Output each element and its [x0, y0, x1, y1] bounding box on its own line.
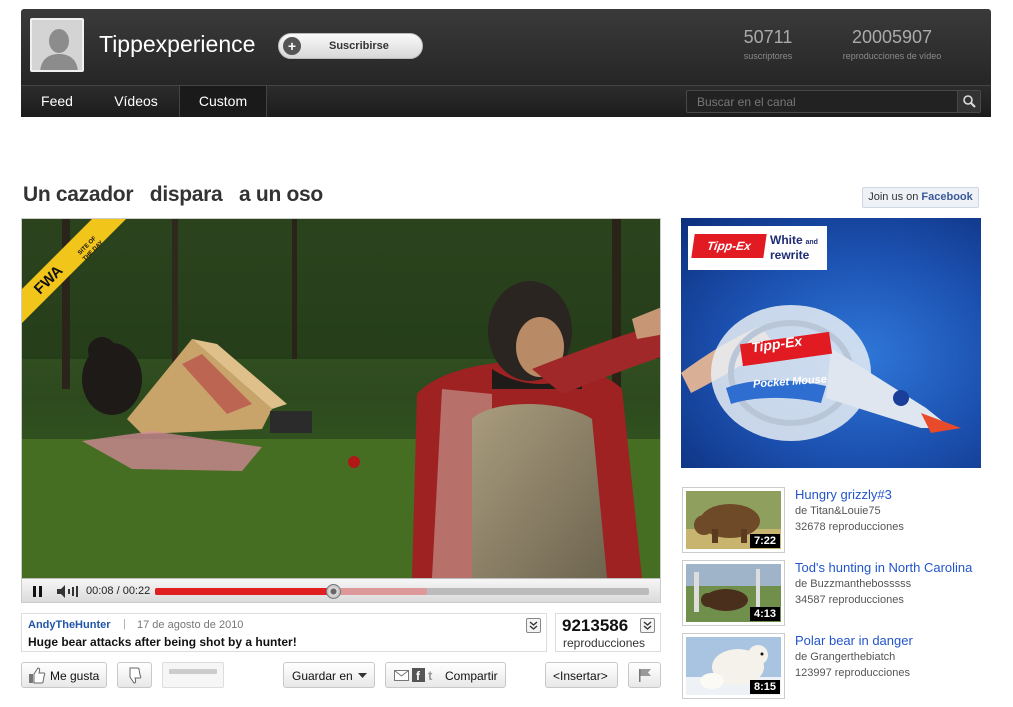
facebook-brand: Facebook	[921, 191, 973, 203]
tippex-ad[interactable]: Tipp-Ex White and rewrite Tipp-Ex Pocket…	[681, 218, 981, 468]
thumbs-down-icon	[129, 667, 142, 684]
email-icon	[394, 670, 409, 681]
video-still: FWA SITE OF THE DAY	[22, 219, 660, 578]
save-to-button[interactable]: Guardar en	[283, 662, 375, 688]
pause-button[interactable]	[26, 582, 50, 601]
tab-videos[interactable]: Vídeos	[97, 86, 175, 117]
flag-icon	[639, 669, 651, 682]
related-duration: 8:15	[749, 680, 780, 694]
user-silhouette-icon	[32, 20, 82, 70]
video-title: Un cazador dispara a un oso	[23, 183, 323, 206]
related-title[interactable]: Tod's hunting in North Carolina	[795, 560, 972, 575]
embed-label: <Insertar>	[553, 669, 608, 683]
video-frame[interactable]: FWA SITE OF THE DAY	[22, 219, 660, 578]
search-icon	[963, 95, 976, 108]
chevron-down-icon	[529, 621, 538, 630]
uploader-link[interactable]: AndyTheHunter	[28, 619, 111, 631]
svg-text:t: t	[428, 668, 433, 682]
scrubber-handle[interactable]	[325, 584, 341, 599]
chevron-down-icon	[643, 621, 652, 630]
expand-stats-button[interactable]	[640, 618, 655, 633]
ad-tagline: White and rewrite	[770, 234, 818, 263]
related-views: 32678 reproducciones	[795, 521, 904, 533]
video-player[interactable]: FWA SITE OF THE DAY 00:08 / 00:22	[21, 218, 661, 603]
channel-title: Tippexperience	[99, 31, 256, 57]
related-title[interactable]: Polar bear in danger	[795, 633, 913, 648]
channel-search	[686, 90, 981, 113]
like-label: Me gusta	[50, 669, 100, 683]
related-views: 34587 reproducciones	[795, 594, 904, 606]
dropdown-arrow-icon	[358, 673, 367, 678]
expand-description-button[interactable]	[526, 618, 541, 633]
channel-avatar[interactable]	[30, 18, 84, 72]
dislike-button[interactable]	[117, 662, 152, 688]
facebook-icon: f	[412, 668, 425, 682]
like-button[interactable]: Me gusta	[21, 662, 107, 688]
related-video[interactable]: 7:22 Hungry grizzly#3 de Titan&Louie75 3…	[682, 487, 982, 553]
related-video[interactable]: 4:13 Tod's hunting in North Carolina de …	[682, 560, 982, 626]
subscribers-count: 50711	[743, 27, 793, 47]
video-info: AndyTheHunter | 17 de agosto de 2010 Hug…	[21, 613, 547, 652]
search-input[interactable]	[687, 91, 955, 112]
related-views: 123997 reproducciones	[795, 667, 910, 679]
view-count-label: reproducciones	[563, 636, 646, 650]
channel-views-count: 20005907	[851, 27, 933, 47]
pause-icon	[33, 586, 42, 597]
related-thumbnail[interactable]: 8:15	[682, 633, 785, 699]
channel-header: Tippexperience + Suscribirse 50711 suscr…	[21, 9, 991, 85]
related-duration: 4:13	[749, 607, 780, 621]
view-count: 9213586	[562, 616, 629, 635]
channel-nav: Feed Vídeos Custom	[21, 85, 991, 117]
plus-icon: +	[283, 37, 301, 55]
tab-custom[interactable]: Custom	[179, 86, 267, 117]
progress-bar[interactable]	[155, 584, 649, 599]
video-description: Huge bear attacks after being shot by a …	[28, 635, 297, 649]
rating-bar	[162, 662, 224, 688]
volume-button[interactable]	[54, 582, 80, 601]
search-button[interactable]	[957, 91, 980, 112]
rating-bar-track	[169, 669, 217, 674]
ad-tagline-rewrite: rewrite	[770, 248, 810, 262]
related-author: de Titan&Louie75	[795, 505, 881, 517]
related-duration: 7:22	[749, 534, 780, 548]
related-author: de Grangerthebiatch	[795, 651, 896, 663]
share-button[interactable]: f t Compartir	[385, 662, 506, 688]
related-thumbnail[interactable]: 7:22	[682, 487, 785, 553]
related-thumbnail[interactable]: 4:13	[682, 560, 785, 626]
subscribers-stat: 50711 suscriptores	[733, 27, 803, 61]
related-video[interactable]: 8:15 Polar bear in danger de Grangertheb…	[682, 633, 982, 699]
save-to-label: Guardar en	[292, 669, 353, 683]
flag-button[interactable]	[628, 662, 661, 688]
time-display: 00:08 / 00:22	[86, 585, 151, 597]
related-title[interactable]: Hungry grizzly#3	[795, 487, 892, 502]
player-controls: 00:08 / 00:22	[22, 578, 660, 602]
ad-logo-panel: Tipp-Ex White and rewrite	[688, 226, 827, 270]
separator: |	[123, 618, 126, 630]
view-count-box: 9213586 reproducciones	[555, 613, 661, 652]
ad-tagline-and: and	[805, 239, 818, 246]
volume-icon	[57, 585, 78, 598]
views-stat: 20005907 reproducciones de vídeo	[827, 27, 957, 61]
upload-date: 17 de agosto de 2010	[137, 619, 244, 631]
pocket-mouse-product-image	[681, 305, 961, 441]
progress-played	[155, 588, 333, 595]
related-author: de Buzzmanthebosssss	[795, 578, 912, 590]
ad-tagline-white: White	[770, 233, 803, 247]
embed-button[interactable]: <Insertar>	[545, 662, 618, 688]
twitter-icon: t	[428, 668, 433, 682]
facebook-button[interactable]: Join us on Facebook	[862, 187, 979, 208]
channel-views-label: reproducciones de vídeo	[842, 51, 942, 61]
subscribe-button[interactable]: + Suscribirse	[278, 33, 423, 59]
facebook-prefix: Join us on	[868, 191, 922, 203]
tab-feed[interactable]: Feed	[21, 86, 93, 117]
subscribers-label: suscriptores	[743, 51, 793, 61]
subscribe-label: Suscribirse	[329, 40, 389, 52]
thumbs-up-icon	[29, 667, 46, 684]
share-label: Compartir	[445, 669, 498, 683]
ad-brand-logo: Tipp-Ex	[691, 234, 767, 258]
